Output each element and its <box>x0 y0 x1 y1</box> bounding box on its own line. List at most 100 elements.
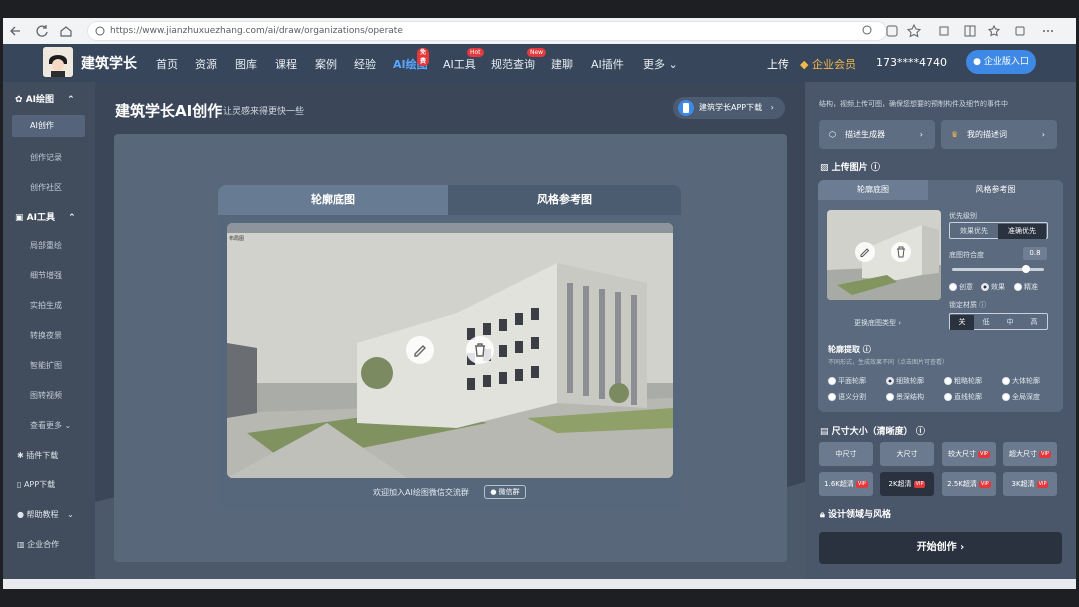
back-icon[interactable] <box>9 24 23 38</box>
thumb-delete-button[interactable] <box>891 242 911 262</box>
nav-ai-draw[interactable]: AI绘图 免费 <box>393 48 430 72</box>
edit-image-button[interactable] <box>406 336 434 364</box>
radio-general-outline[interactable]: 大体轮廓 <box>1002 376 1040 386</box>
sidebar-item-ai-create[interactable]: AI创作 <box>12 115 85 137</box>
size-medium[interactable]: 中尺寸 <box>819 442 873 466</box>
start-create-button[interactable]: 开始创作 › <box>819 532 1062 564</box>
nav-chat[interactable]: 建聊 <box>551 56 573 72</box>
lock-low[interactable]: 低 <box>974 315 998 330</box>
radio-line-outline[interactable]: 直线轮廓 <box>944 392 982 402</box>
lock-off[interactable]: 关 <box>950 315 974 330</box>
vip-link[interactable]: ◆ 企业会员 <box>800 56 856 72</box>
lock-medium[interactable]: 中 <box>998 315 1022 330</box>
home-icon[interactable] <box>59 24 73 38</box>
sidebar-item-video[interactable]: 图转视频 <box>30 390 62 401</box>
radio-creative[interactable]: 创意 <box>949 282 973 292</box>
sidebar-item-plugin[interactable]: ✱ 插件下载 <box>17 450 58 461</box>
split-view-icon[interactable] <box>963 24 977 38</box>
nav-more[interactable]: 更多 ⌄ <box>643 56 678 72</box>
priority-accurate[interactable]: 准确优先 <box>998 224 1046 239</box>
res-2k[interactable]: 2K超清 VIP <box>880 472 934 496</box>
size-large[interactable]: 大尺寸 <box>880 442 934 466</box>
radio-rough-outline[interactable]: 粗略轮廓 <box>944 376 982 386</box>
more-icon[interactable] <box>1041 24 1055 38</box>
sidebar-item-app[interactable]: ▯ APP下载 <box>17 479 55 490</box>
priority-toggle[interactable]: 效果优先 准确优先 <box>949 222 1048 239</box>
upload-link[interactable]: 上传 <box>767 56 789 72</box>
lock-material-toggle[interactable]: 关低中高 <box>949 313 1048 330</box>
info-icon[interactable]: ⓘ <box>979 301 986 309</box>
sidebar-item-enterprise[interactable]: ▥ 企业合作 <box>17 539 59 550</box>
design-domain-label[interactable]: 🔒︎ 设计领域与风格 <box>820 507 891 520</box>
radio-plane-outline[interactable]: 平面轮廓 <box>828 376 866 386</box>
app-download-button[interactable]: 建筑学长APP下载 › <box>673 97 785 119</box>
sidebar-item-realistic[interactable]: 实拍生成 <box>30 300 62 311</box>
res-2-5k[interactable]: 2.5K超清 VIP <box>942 472 996 496</box>
radio-depth-structure[interactable]: 景深结构 <box>886 392 924 402</box>
lock-high[interactable]: 高 <box>1022 315 1046 330</box>
logo[interactable] <box>43 47 73 77</box>
outline-thumbnail[interactable] <box>827 210 941 300</box>
tab-panel-outline[interactable]: 轮廓底图 <box>818 180 928 200</box>
radio-precise[interactable]: 精准 <box>1014 282 1038 292</box>
extension-icon[interactable] <box>937 24 951 38</box>
res-1-6k[interactable]: 1.6K超清 VIP <box>819 472 873 496</box>
tab-outline-image[interactable]: 轮廓底图 <box>218 185 448 215</box>
my-prompts-button[interactable]: ♛ 我的描述词 › <box>941 120 1057 149</box>
tab-style-reference[interactable]: 风格参考图 <box>448 185 681 215</box>
sidebar-item-inpaint[interactable]: 局部重绘 <box>30 240 62 251</box>
translate-icon[interactable] <box>885 24 899 38</box>
sidebar-section-ai-tools[interactable]: ▣ AI工具 ⌃ <box>15 210 76 223</box>
sidebar-item-expand[interactable]: 智能扩图 <box>30 360 62 371</box>
radio-fine-outline[interactable]: 细致轮廓 <box>886 376 924 386</box>
nav-ai-tools[interactable]: AI工具 Hot <box>443 48 484 72</box>
uploaded-image[interactable]: 布局图 <box>227 223 673 478</box>
slider-handle[interactable] <box>1022 265 1030 273</box>
nav-experience[interactable]: 经验 <box>354 56 376 72</box>
nav-standards[interactable]: 规范查询 New <box>491 48 547 72</box>
nav-cases[interactable]: 案例 <box>315 56 337 72</box>
address-bar[interactable]: https://www.jianzhuxuezhang.com/ai/draw/… <box>87 21 887 41</box>
priority-effect[interactable]: 效果优先 <box>950 224 998 239</box>
sidebar-item-history[interactable]: 创作记录 <box>30 152 62 163</box>
delete-image-button[interactable] <box>466 336 494 364</box>
nav-gallery[interactable]: 图库 <box>235 56 257 72</box>
info-icon[interactable]: ⓘ <box>916 427 925 437</box>
sidebar-item-community[interactable]: 创作社区 <box>30 182 62 193</box>
sidebar-item-help[interactable]: ● 帮助教程 ⌄ <box>17 509 74 520</box>
radio-semantic[interactable]: 语义分割 <box>828 392 866 402</box>
phone-icon: ▯ <box>17 480 22 489</box>
nav-home[interactable]: 首页 <box>156 56 178 72</box>
similarity-value[interactable]: 0.8 <box>1023 247 1047 260</box>
enterprise-entry-button[interactable]: ● 企业版入口 <box>966 50 1036 74</box>
radio-effect[interactable]: 效果 <box>981 282 1005 292</box>
size-xlarge[interactable]: 超大尺寸 VIP <box>1003 442 1057 466</box>
thumb-edit-button[interactable] <box>855 242 875 262</box>
info-icon[interactable]: ⓘ <box>863 345 871 354</box>
radio-global-depth[interactable]: 全局深度 <box>1002 392 1040 402</box>
brand-name[interactable]: 建筑学长 <box>81 53 137 73</box>
info-icon[interactable]: ⓘ <box>871 163 880 173</box>
favorites-icon[interactable] <box>987 24 1001 38</box>
nav-courses[interactable]: 课程 <box>275 56 297 72</box>
tab-panel-style[interactable]: 风格参考图 <box>928 180 1063 200</box>
collections-icon[interactable] <box>1013 24 1027 38</box>
size-larger[interactable]: 较大尺寸 VIP <box>942 442 996 466</box>
reload-icon[interactable] <box>35 24 49 38</box>
site-info-icon[interactable] <box>95 26 105 36</box>
replace-base-type-link[interactable]: 更换底图类型 › <box>854 318 901 328</box>
sidebar-item-more[interactable]: 查看更多 ⌄ <box>30 420 71 431</box>
zoom-icon[interactable] <box>861 24 875 38</box>
nav-ai-plugin[interactable]: AI插件 <box>591 56 624 72</box>
star-icon[interactable] <box>907 24 921 38</box>
user-phone[interactable]: 173****4740 <box>876 56 947 69</box>
nav-resources[interactable]: 资源 <box>195 56 217 72</box>
wechat-group-button[interactable]: ● 微信群 <box>484 485 526 499</box>
sidebar-item-detail[interactable]: 细节增强 <box>30 270 62 281</box>
prompt-generator-button[interactable]: ⬡ 描述生成器 › <box>819 120 935 149</box>
similarity-slider[interactable] <box>952 265 1044 273</box>
sidebar-item-night[interactable]: 转换夜景 <box>30 330 62 341</box>
sidebar-section-ai-draw[interactable]: ✿ AI绘图 ⌃ <box>15 92 75 105</box>
similarity-label: 底图符合度 <box>949 251 984 259</box>
res-3k[interactable]: 3K超清 VIP <box>1003 472 1057 496</box>
